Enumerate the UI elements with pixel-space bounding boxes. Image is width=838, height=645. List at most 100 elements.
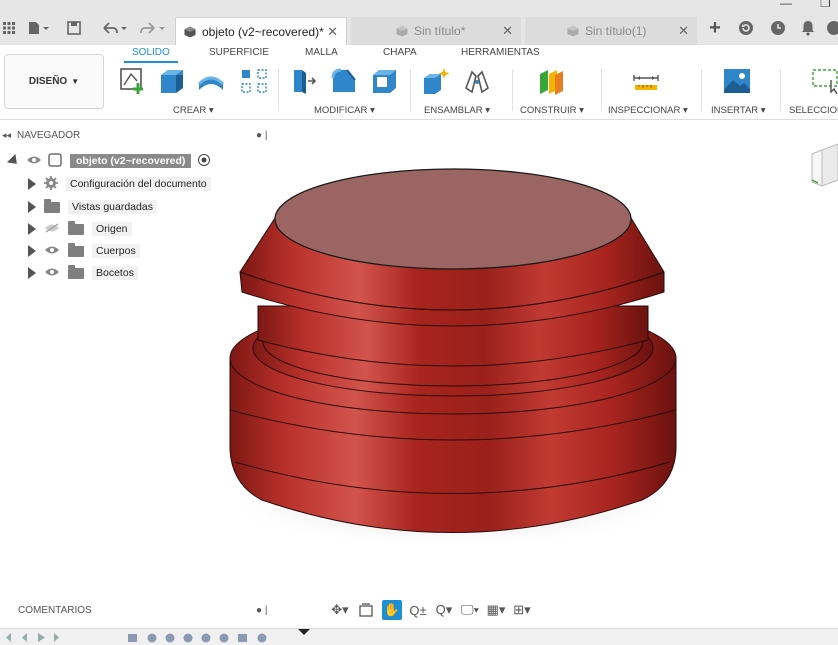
cube-icon [567,25,579,37]
bell-icon[interactable] [798,18,818,38]
minimize-icon[interactable]: — [780,0,792,10]
eye-icon[interactable] [26,155,42,168]
zoom-icon[interactable]: Q± [408,600,428,620]
revolve-icon[interactable] [195,65,227,97]
tree-item-label: Bocetos [92,266,138,280]
clock-icon[interactable] [768,18,788,38]
grid-apps-icon[interactable] [2,18,16,38]
timeline-features[interactable] [128,633,267,643]
shell-icon[interactable] [368,65,400,97]
design-workspace-button[interactable]: DISEÑO ▼ [4,54,104,109]
group-seleccion[interactable]: SELECCION [789,105,838,116]
close-icon[interactable]: ✕ [678,23,689,39]
pan-icon[interactable]: ✋ [382,600,402,620]
fillet-icon[interactable] [328,65,360,97]
canvas-viewport[interactable] [0,120,838,630]
comments-panel-header[interactable]: COMENTARIOS ● | [0,600,275,620]
tree-item-sketches[interactable]: Bocetos [28,264,138,282]
root-label: objeto (v2~recovered) [70,154,192,168]
fusion-app: — ❐ objeto (v2~recovered)* ✕ Sin título*… [0,0,838,645]
refresh-icon[interactable] [736,18,756,38]
tree-item-document-settings[interactable]: Configuración del documento [28,175,211,193]
insert-image-icon[interactable] [721,65,753,97]
tab-malla[interactable]: MALLA [305,47,338,58]
offset-plane-icon[interactable] [535,65,567,97]
tree-item-bodies[interactable]: Cuerpos [28,242,140,260]
folder-icon [68,220,84,235]
add-comment-icon[interactable]: ● | [256,605,267,616]
collapse-icon[interactable]: ◂◂ [2,130,11,141]
tree-item-label: Origen [92,222,132,236]
timeline-bar[interactable] [0,628,838,645]
tree-item-label: Configuración del documento [66,177,211,191]
tab-herramientas[interactable]: HERRAMIENTAS [461,47,540,58]
timeline-marker-icon[interactable] [298,629,310,635]
joint-icon[interactable] [461,65,493,97]
group-divider [701,69,702,111]
save-icon[interactable] [65,18,83,38]
tab-chapa[interactable]: CHAPA [383,47,417,58]
close-icon[interactable]: ✕ [502,23,513,39]
folder-icon [68,264,84,279]
tree-item-origin[interactable]: Origen [28,220,132,238]
document-icon [48,152,62,170]
tree-root[interactable]: objeto (v2~recovered) [6,152,211,170]
folder-icon [44,198,60,213]
close-icon[interactable]: ✕ [327,24,338,40]
plus-icon[interactable]: + [705,17,725,39]
eye-icon[interactable] [44,267,60,280]
tab-document-active[interactable]: objeto (v2~recovered)* ✕ [175,17,347,45]
display-settings-icon[interactable]: 🖵▾ [460,600,480,620]
eye-icon[interactable] [44,245,60,258]
timeline-controls[interactable] [4,633,61,642]
extrude-icon[interactable] [155,65,187,97]
group-construir[interactable]: CONSTRUIR ▾ [520,105,584,116]
select-icon[interactable] [808,65,838,97]
red-body[interactable] [229,168,677,533]
expand-icon[interactable] [28,201,36,213]
tree-item-label: Vistas guardadas [68,200,157,214]
group-divider [512,69,513,111]
chevron-down-icon: ▼ [71,77,80,86]
expand-icon[interactable] [28,178,36,190]
browser-header[interactable]: ◂◂ NAVEGADOR ● | [0,126,275,144]
tab-document[interactable]: Sin título* ✕ [351,17,521,45]
activate-radio-icon[interactable] [197,153,211,170]
pin-icon[interactable]: ● | [256,130,267,141]
group-ensamblar[interactable]: ENSAMBLAR ▾ [424,105,490,116]
view-cube[interactable] [811,143,838,187]
help-icon[interactable] [826,18,838,38]
group-insertar[interactable]: INSERTAR ▾ [711,105,766,116]
tree-item-label: Cuerpos [92,244,140,258]
rectangular-pattern-icon[interactable] [238,65,270,97]
group-inspeccionar[interactable]: INSPECCIONAR ▾ [608,105,688,116]
group-modificar[interactable]: MODIFICAR ▾ [314,105,375,116]
fit-icon[interactable]: Q▾ [434,600,454,620]
tab-document[interactable]: Sin título(1) ✕ [525,17,697,45]
expand-icon[interactable] [28,223,36,235]
expand-icon[interactable] [28,267,36,279]
new-component-icon[interactable] [420,65,452,97]
expand-icon[interactable] [28,245,36,257]
redo-icon[interactable] [138,18,168,38]
restore-icon[interactable]: ❐ [820,0,831,10]
cube-icon [396,25,408,37]
undo-icon[interactable] [100,18,130,38]
tab-solido[interactable]: SOLIDO [124,47,178,63]
design-label: DISEÑO [28,76,68,87]
orbit-icon[interactable]: ✥▾ [330,600,350,620]
look-at-icon[interactable] [356,600,376,620]
press-pull-icon[interactable] [287,65,319,97]
expand-icon[interactable] [6,153,22,169]
tab-superficie[interactable]: SUPERFICIE [209,47,269,58]
file-icon[interactable] [26,18,52,38]
group-crear[interactable]: CREAR ▾ [173,105,214,116]
create-sketch-icon[interactable] [117,65,149,97]
measure-icon[interactable] [630,65,662,97]
viewports-icon[interactable]: ⊞▾ [512,600,532,620]
cube-icon [184,26,196,38]
tree-item-saved-views[interactable]: Vistas guardadas [28,198,157,216]
grid-settings-icon[interactable]: ▦▾ [486,600,506,620]
eye-hidden-icon[interactable] [44,223,60,236]
model-canvas[interactable] [0,120,838,630]
